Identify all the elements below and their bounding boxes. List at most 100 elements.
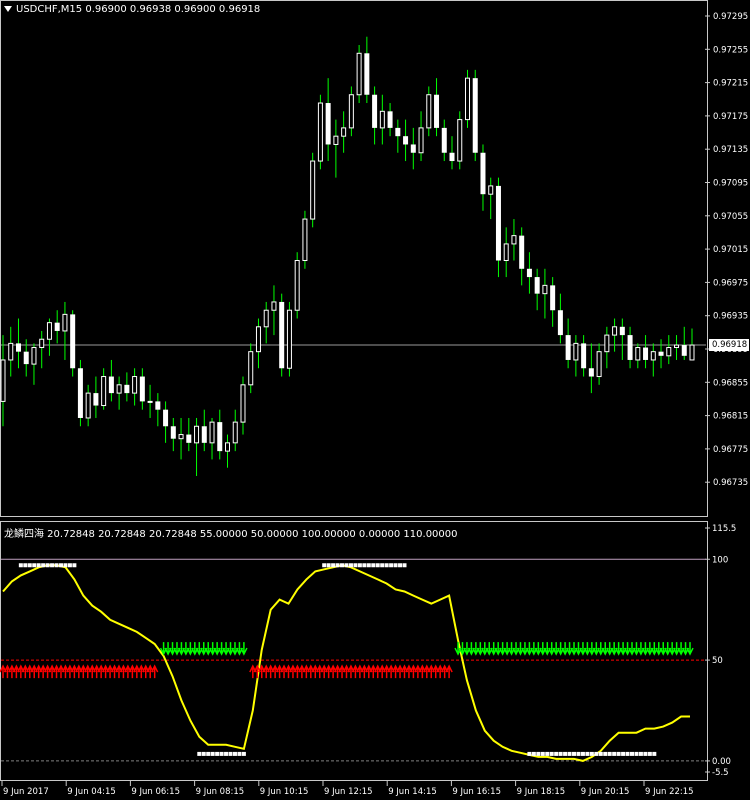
top-marker bbox=[353, 563, 358, 568]
time-tick-label: 9 Jun 16:15 bbox=[452, 787, 501, 797]
candle-bear bbox=[472, 78, 478, 153]
top-marker bbox=[58, 563, 63, 568]
candle-bear bbox=[70, 314, 76, 369]
candle-bear bbox=[372, 94, 378, 128]
candle-bear bbox=[279, 301, 285, 369]
top-marker bbox=[54, 563, 59, 568]
candle-bull bbox=[85, 392, 91, 419]
candle-bull bbox=[0, 359, 6, 402]
top-marker bbox=[23, 563, 28, 568]
price-tick-label: 0.96855 bbox=[713, 378, 748, 388]
chart-canvas[interactable]: 0.97295 0.97255 0.97215 0.97175 0.97135 0.970… bbox=[0, 0, 750, 800]
top-marker bbox=[331, 563, 336, 568]
candle-bear bbox=[77, 368, 83, 418]
candle-bull bbox=[255, 326, 261, 353]
bottom-marker bbox=[598, 751, 603, 756]
candle-bull bbox=[356, 52, 362, 96]
bottom-marker bbox=[201, 751, 206, 756]
top-marker bbox=[375, 563, 380, 568]
price-tick-label: 0.96975 bbox=[713, 278, 748, 288]
candle-bear bbox=[186, 434, 192, 443]
candle-bear bbox=[434, 94, 440, 128]
candle-bull bbox=[573, 342, 579, 361]
bottom-marker bbox=[638, 751, 643, 756]
candle-bull bbox=[341, 127, 347, 137]
bottom-marker bbox=[580, 751, 585, 756]
price-tick-label: 0.97095 bbox=[713, 179, 748, 189]
candle-bull bbox=[650, 351, 656, 361]
candle-bull bbox=[271, 301, 277, 311]
bottom-marker bbox=[630, 751, 635, 756]
price-tick-label: 0.97055 bbox=[713, 212, 748, 222]
candle-bull bbox=[8, 342, 14, 361]
candle-bull bbox=[379, 110, 385, 129]
time-tick-label: 9 Jun 12:15 bbox=[324, 787, 373, 797]
candle-bear bbox=[108, 376, 114, 394]
bottom-marker bbox=[224, 751, 229, 756]
candle-bull bbox=[604, 334, 610, 353]
bottom-marker bbox=[232, 751, 237, 756]
top-marker bbox=[322, 563, 327, 568]
top-marker bbox=[72, 563, 77, 568]
price-tick-label: 0.96735 bbox=[713, 478, 748, 488]
bottom-marker bbox=[634, 751, 639, 756]
candle-bull bbox=[62, 313, 68, 332]
bottom-marker bbox=[540, 751, 545, 756]
candle-bear bbox=[557, 310, 563, 336]
indicator-tick-label: 100 bbox=[712, 555, 728, 565]
candle-bull bbox=[348, 94, 354, 129]
indicator-tick-label: 0.00 bbox=[712, 757, 731, 767]
bottom-marker bbox=[572, 751, 577, 756]
bottom-marker bbox=[545, 751, 550, 756]
indicator-tick-label: 50 bbox=[712, 656, 723, 666]
top-marker bbox=[398, 563, 403, 568]
top-marker bbox=[18, 563, 23, 568]
bottom-marker bbox=[594, 751, 599, 756]
candle-bear bbox=[565, 335, 571, 360]
bottom-marker bbox=[621, 751, 626, 756]
time-tick-label: 9 Jun 10:15 bbox=[260, 787, 309, 797]
time-tick-label: 9 Jun 20:15 bbox=[581, 787, 630, 797]
bottom-marker bbox=[563, 751, 568, 756]
candle-bear bbox=[54, 322, 60, 331]
top-marker bbox=[357, 563, 362, 568]
price-tick-label: 0.97215 bbox=[713, 79, 748, 89]
indicator-tick-label: 115.5 bbox=[712, 524, 736, 534]
top-marker bbox=[50, 563, 55, 568]
top-marker bbox=[362, 563, 367, 568]
candle-bear bbox=[495, 185, 501, 261]
bottom-marker bbox=[531, 751, 536, 756]
time-tick-label: 9 Jun 22:15 bbox=[645, 787, 694, 797]
price-tick-label: 0.97015 bbox=[713, 245, 748, 255]
candle-bear bbox=[124, 384, 130, 394]
top-marker bbox=[32, 563, 37, 568]
top-marker bbox=[366, 563, 371, 568]
time-tick-label: 9 Jun 04:15 bbox=[67, 787, 116, 797]
top-marker bbox=[380, 563, 385, 568]
candle-bull bbox=[248, 351, 254, 386]
top-marker bbox=[340, 563, 345, 568]
candle-bull bbox=[464, 77, 470, 121]
candle-bull bbox=[426, 94, 432, 129]
top-marker bbox=[344, 563, 349, 568]
candle-bull bbox=[232, 421, 238, 444]
top-marker bbox=[36, 563, 41, 568]
candle-bear bbox=[681, 345, 687, 356]
bottom-marker bbox=[554, 751, 559, 756]
top-marker bbox=[326, 563, 331, 568]
candle-bear bbox=[170, 426, 176, 439]
bottom-marker bbox=[643, 751, 648, 756]
top-marker bbox=[27, 563, 32, 568]
candle-bear bbox=[387, 111, 393, 128]
top-marker bbox=[393, 563, 398, 568]
bottom-marker bbox=[603, 751, 608, 756]
top-marker bbox=[63, 563, 68, 568]
candle-bull bbox=[333, 135, 339, 145]
price-tick-label: 0.97135 bbox=[713, 145, 748, 155]
candle-bear bbox=[441, 127, 447, 153]
candle-bull bbox=[101, 376, 107, 407]
bottom-marker bbox=[607, 751, 612, 756]
top-marker bbox=[335, 563, 340, 568]
candle-bear bbox=[526, 268, 532, 278]
bottom-marker bbox=[536, 751, 541, 756]
